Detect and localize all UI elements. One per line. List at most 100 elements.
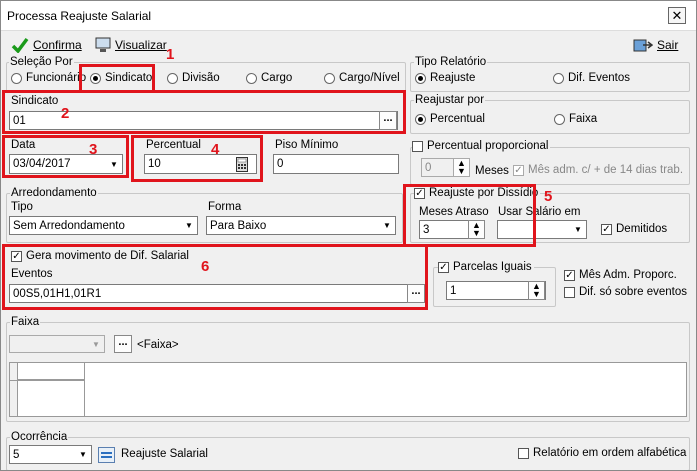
- radio-circle: [415, 72, 426, 84]
- radio-label: Divisão: [182, 72, 220, 84]
- faixa-label: Faixa: [10, 316, 41, 328]
- radio-cargo[interactable]: Cargo: [246, 72, 292, 84]
- annotation-number-6: 6: [201, 258, 210, 275]
- radio-circle: [415, 113, 426, 125]
- meses-value: 0: [425, 161, 432, 174]
- mes-adm-checkbox[interactable]: ✓ Mês adm. c/ + de 14 dias trab.: [513, 164, 683, 176]
- window-title: Processa Reajuste Salarial: [7, 9, 152, 23]
- mes-adm-proporc-checkbox[interactable]: ✓ Mês Adm. Proporc.: [564, 269, 677, 281]
- parcelas-value: 1: [450, 284, 457, 297]
- checkbox-label: Relatório em ordem alfabética: [533, 447, 687, 459]
- grid-header-cell: [18, 363, 85, 380]
- radio-circle: [553, 72, 564, 84]
- checkbox-label: Parcelas Iguais: [453, 261, 532, 273]
- list-lookup-icon[interactable]: [98, 447, 115, 463]
- faixa-select[interactable]: ▼: [9, 335, 105, 353]
- tipo-arredondamento-select[interactable]: Sem Arredondamento ▼: [9, 216, 198, 235]
- chevron-down-icon[interactable]: ▼: [181, 217, 197, 234]
- relatorio-alfabetica-checkbox[interactable]: Relatório em ordem alfabética: [518, 447, 686, 459]
- radio-label: Percentual: [430, 113, 485, 125]
- radio-circle: [11, 72, 22, 84]
- arredondamento-label: Arredondamento: [10, 187, 98, 199]
- checkbox-box: ✓: [513, 164, 524, 176]
- annotation-number-2: 2: [61, 105, 70, 122]
- radio-label: Dif. Eventos: [568, 72, 630, 84]
- grid-cell[interactable]: [18, 380, 85, 416]
- faixa-lookup-button[interactable]: ...: [114, 335, 132, 353]
- checkbox-box: [412, 140, 423, 152]
- annotation-box-1: [79, 64, 155, 93]
- tipo-label: Tipo: [11, 201, 33, 213]
- parcelas-spinner[interactable]: ▲ ▼: [528, 281, 545, 300]
- ocorrencia-select[interactable]: 5 ▼: [9, 445, 92, 464]
- title-bar: Processa Reajuste Salarial ✕: [1, 1, 696, 31]
- piso-value: 0: [277, 158, 284, 170]
- checkbox-label: Mês Adm. Proporc.: [579, 269, 677, 281]
- checkbox-box: ✓: [564, 269, 575, 281]
- chevron-down-icon[interactable]: ▼: [88, 336, 104, 352]
- radio-label: Cargo: [261, 72, 293, 84]
- selecao-label: Seleção Por: [9, 56, 74, 68]
- visualizar-button[interactable]: Visualizar: [95, 34, 167, 56]
- reajustar-label: Reajustar por: [414, 94, 486, 106]
- ocorrencia-value: 5: [13, 448, 20, 461]
- annotation-number-4: 4: [211, 141, 220, 158]
- radio-funcionario[interactable]: Funcionário: [11, 72, 86, 84]
- sair-button[interactable]: Sair: [633, 34, 678, 56]
- annotation-number-1: 1: [166, 46, 175, 63]
- grid-divider: [10, 380, 85, 381]
- radio-percentual[interactable]: Percentual: [415, 113, 485, 125]
- faixa-placeholder: <Faixa>: [137, 339, 179, 351]
- checkbox-label: Dif. só sobre eventos: [579, 286, 688, 298]
- forma-value: Para Baixo: [210, 219, 267, 232]
- meses-label: Meses: [475, 165, 509, 177]
- monitor-icon: [95, 37, 111, 52]
- faixa-grid[interactable]: [9, 362, 687, 417]
- confirma-label: Confirma: [33, 38, 82, 52]
- annotation-box-5: [403, 184, 536, 247]
- radio-divisao[interactable]: Divisão: [167, 72, 220, 84]
- parcelas-checkbox[interactable]: ✓ Parcelas Iguais: [438, 261, 534, 273]
- checkbox-box: ✓: [601, 223, 612, 235]
- meses-spinner[interactable]: ▲ ▼: [453, 158, 470, 177]
- radio-cargo-nivel[interactable]: Cargo/Nível: [324, 72, 400, 84]
- checkbox-label: Mês adm. c/ + de 14 dias trab.: [528, 164, 684, 176]
- ocorrencia-label: Ocorrência: [10, 431, 69, 443]
- check-icon: [11, 37, 29, 53]
- close-button[interactable]: ✕: [668, 7, 686, 24]
- chevron-down-icon[interactable]: ▼: [379, 217, 395, 234]
- piso-label: Piso Mínimo: [275, 139, 339, 151]
- radio-dif-eventos[interactable]: Dif. Eventos: [553, 72, 630, 84]
- checkbox-box: [518, 447, 529, 459]
- chevron-down-icon[interactable]: ▼: [75, 446, 91, 463]
- forma-select[interactable]: Para Baixo ▼: [206, 216, 396, 235]
- dif-so-checkbox[interactable]: Dif. só sobre eventos: [564, 286, 687, 298]
- confirma-button[interactable]: Confirma: [11, 34, 82, 56]
- checkbox-label: Percentual proporcional: [427, 140, 549, 152]
- demitidos-checkbox[interactable]: ✓ Demitidos: [601, 223, 667, 235]
- annotation-box-6: [2, 244, 428, 310]
- sair-label: Sair: [657, 38, 679, 52]
- forma-label: Forma: [208, 201, 242, 213]
- radio-label: Funcionário: [26, 72, 87, 84]
- radio-circle: [167, 72, 178, 84]
- radio-reajuste[interactable]: Reajuste: [415, 72, 475, 84]
- radio-label: Cargo/Nível: [339, 72, 400, 84]
- tipo-relatorio-label: Tipo Relatório: [414, 56, 488, 68]
- visualizar-label: Visualizar: [115, 38, 167, 52]
- piso-input[interactable]: 0: [273, 154, 399, 174]
- ocorrencia-desc: Reajuste Salarial: [121, 448, 208, 460]
- annotation-number-3: 3: [89, 141, 98, 158]
- annotation-box-3: [2, 135, 129, 178]
- radio-circle: [246, 72, 257, 84]
- percentual-proporcional-checkbox[interactable]: Percentual proporcional: [412, 140, 551, 152]
- radio-faixa[interactable]: Faixa: [554, 113, 597, 125]
- annotation-box-4: [131, 135, 263, 182]
- radio-label: Faixa: [569, 113, 598, 125]
- checkbox-label: Demitidos: [616, 223, 668, 235]
- checkbox-box: [564, 286, 575, 298]
- radio-label: Reajuste: [430, 72, 476, 84]
- radio-circle: [324, 72, 335, 84]
- checkbox-box: ✓: [438, 261, 449, 273]
- chevron-down-icon[interactable]: ▼: [570, 221, 586, 238]
